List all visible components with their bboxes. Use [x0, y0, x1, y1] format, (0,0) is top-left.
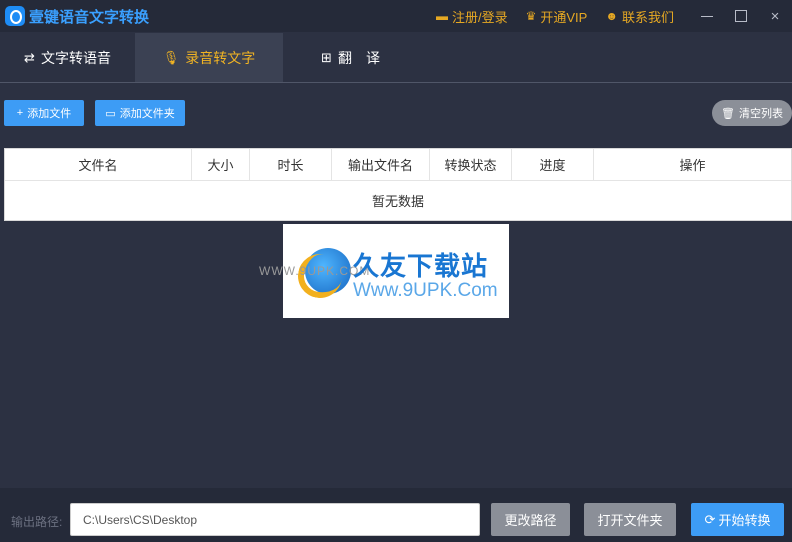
tab-label: 录音转文字 [185, 49, 256, 66]
watermark-logo: WWW.9UPK.COM 久友下载站 Www.9UPK.Com [259, 224, 509, 318]
maximize-icon [735, 10, 747, 22]
folder-icon: ▭ [105, 107, 116, 120]
title-links: ▬ 注册/登录 ♛ 开通VIP ☻ 联系我们 [436, 0, 674, 32]
tab-label: 翻 译 [337, 49, 380, 66]
crown-icon: ♛ [525, 9, 537, 23]
file-table: 文件名 大小 时长 输出文件名 转换状态 进度 操作 暂无数据 [4, 148, 792, 221]
column-status: 转换状态 [430, 149, 512, 180]
minimize-icon [701, 15, 713, 17]
close-icon: × [770, 7, 780, 25]
tab-label: 文字转语音 [40, 49, 111, 66]
column-progress: 进度 [512, 149, 594, 180]
register-login-label: 注册/登录 [451, 9, 508, 25]
change-path-button[interactable]: 更改路径 [491, 503, 570, 536]
tab-translate[interactable]: ⊞ 翻 译 [283, 33, 418, 82]
table-header: 文件名 大小 时长 输出文件名 转换状态 进度 操作 [5, 149, 791, 181]
clear-list-button[interactable]: 🗑 清空列表 [712, 100, 792, 126]
add-folder-button[interactable]: ▭ 添加文件夹 [95, 100, 185, 126]
empty-table-message: 暂无数据 [371, 194, 424, 209]
column-filename: 文件名 [5, 149, 192, 180]
tab-text-to-speech[interactable]: ⇄ 文字转语音 [0, 33, 135, 82]
open-vip-label: 开通VIP [540, 9, 588, 25]
contact-us-link[interactable]: ☻ 联系我们 [605, 7, 674, 26]
start-convert-button[interactable]: ⟳ 开始转换 [691, 503, 784, 536]
window-controls: × [698, 0, 784, 32]
plus-icon: + [16, 107, 24, 119]
mode-tabs: ⇄ 文字转语音 🎙 录音转文字 ⊞ 翻 译 [0, 33, 792, 83]
clear-list-label: 清空列表 [738, 108, 783, 120]
column-actions: 操作 [679, 158, 706, 173]
title-bar: 壹键语音文字转换 ▬ 注册/登录 ♛ 开通VIP ☻ 联系我们 × [0, 0, 792, 32]
maximize-button[interactable] [732, 7, 750, 25]
watermark-title: 久友下载站 [353, 251, 489, 281]
minimize-button[interactable] [698, 7, 716, 25]
microphone-icon: 🎙 [162, 49, 180, 65]
add-file-label: 添加文件 [27, 108, 72, 120]
swap-icon: ⇄ [24, 49, 35, 65]
tab-recording-to-text[interactable]: 🎙 录音转文字 [135, 33, 283, 82]
add-file-button[interactable]: + 添加文件 [4, 100, 84, 126]
column-output-filename: 输出文件名 [332, 149, 430, 180]
refresh-icon: ⟳ [704, 511, 716, 527]
watermark-subtitle: Www.9UPK.Com [353, 280, 498, 301]
translate-icon: ⊞ [321, 49, 332, 65]
app-title: 壹键语音文字转换 [29, 8, 150, 26]
trash-icon: 🗑 [721, 107, 735, 120]
bottom-bar: 输出路径: 更改路径 打开文件夹 ⟳ 开始转换 [0, 488, 792, 542]
open-folder-button[interactable]: 打开文件夹 [584, 503, 676, 536]
flag-icon: ▬ [435, 9, 448, 23]
app-logo-icon [5, 6, 25, 26]
close-button[interactable]: × [766, 7, 784, 25]
output-path-input[interactable] [70, 503, 480, 536]
output-path-label: 输出路径: [11, 515, 63, 529]
open-vip-link[interactable]: ♛ 开通VIP [526, 7, 588, 26]
column-size: 大小 [192, 149, 250, 180]
contact-us-label: 联系我们 [621, 9, 674, 25]
start-convert-label: 开始转换 [718, 513, 771, 528]
add-folder-label: 添加文件夹 [119, 108, 175, 120]
column-duration: 时长 [250, 149, 332, 180]
smiley-icon: ☻ [605, 9, 618, 23]
register-login-link[interactable]: ▬ 注册/登录 [436, 7, 508, 26]
